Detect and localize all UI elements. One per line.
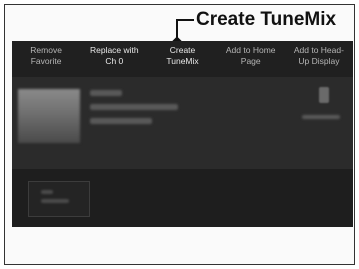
device-icon: [319, 87, 329, 103]
callout-leader-horizontal: [176, 19, 194, 21]
create-tunemix-button[interactable]: Create TuneMix: [148, 41, 216, 67]
preset-tile-line: [41, 190, 53, 194]
track-info-line: [90, 118, 152, 124]
preset-tile[interactable]: [28, 181, 90, 217]
add-to-heads-up-display-button[interactable]: Add to Head- Up Display: [285, 41, 353, 67]
device-label-line: [302, 115, 340, 119]
album-art: [18, 89, 80, 143]
replace-with-channel-button[interactable]: Replace with Ch 0: [80, 41, 148, 67]
display-screen: Remove Favorite Replace with Ch 0 Create…: [12, 41, 353, 227]
preset-area: [12, 169, 353, 227]
remove-favorite-button[interactable]: Remove Favorite: [12, 41, 80, 67]
track-info-line: [90, 90, 122, 96]
callout-label: Create TuneMix: [196, 9, 337, 30]
add-to-home-page-button[interactable]: Add to Home Page: [217, 41, 285, 67]
options-menu-bar: Remove Favorite Replace with Ch 0 Create…: [12, 41, 353, 77]
preset-tile-line: [41, 199, 69, 203]
track-info-line: [90, 104, 178, 110]
